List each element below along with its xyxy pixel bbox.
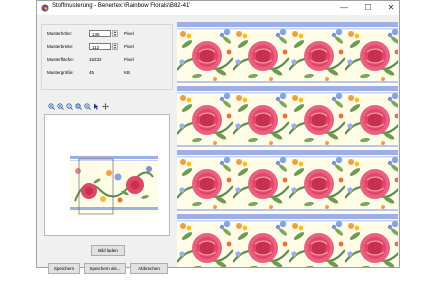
zoom-in-icon[interactable] xyxy=(48,103,55,110)
pattern-size-unit: KB xyxy=(124,70,131,75)
pattern-width-input[interactable]: 112 xyxy=(89,43,111,50)
pointer-icon[interactable] xyxy=(93,103,100,110)
zoom-in-alt-icon[interactable] xyxy=(57,103,64,110)
pattern-width-unit: Pixel xyxy=(124,44,134,49)
save-as-button[interactable]: Speichern als... xyxy=(84,263,126,274)
zoom-out-icon[interactable] xyxy=(66,103,73,110)
zoom-fit-icon[interactable] xyxy=(75,103,82,110)
zoom-reset-icon[interactable] xyxy=(84,103,91,110)
pattern-size-label: Mustergröße: xyxy=(47,70,74,75)
tiled-pattern-view xyxy=(177,22,398,267)
load-image-button[interactable]: Bild laden xyxy=(91,245,125,256)
save-button[interactable]: Speichern xyxy=(48,263,80,274)
fabric-pattern-window: Stoffmusterung - Benertex:\Rainbow Flora… xyxy=(36,0,400,274)
pattern-width-spinner[interactable]: ▲ ▼ xyxy=(112,43,118,50)
maximize-button[interactable]: ☐ xyxy=(361,3,375,13)
pattern-area-label: Musterfläche: xyxy=(47,57,75,62)
pattern-height-input[interactable]: 136 xyxy=(89,30,111,37)
move-icon[interactable] xyxy=(102,103,109,110)
tiled-fabric-image xyxy=(177,22,398,267)
title-bar: Stoffmusterung - Benertex:\Rainbow Flora… xyxy=(37,1,399,15)
pattern-properties-group: Musterhöhe: 136 ▲ ▼ Pixel Musterbreite: 1… xyxy=(41,24,173,90)
minimize-button[interactable]: — xyxy=(337,3,351,13)
pattern-height-unit: Pixel xyxy=(124,31,134,36)
cancel-button[interactable]: Abbrechen xyxy=(130,263,168,274)
left-panel: Musterhöhe: 136 ▲ ▼ Pixel Musterbreite: 1… xyxy=(37,15,173,274)
pattern-preview-image xyxy=(70,155,158,215)
pattern-height-spinner[interactable]: ▲ ▼ xyxy=(112,30,118,37)
pattern-size-value: 45 xyxy=(89,70,95,75)
window-title: Stoffmusterung - Benertex:\Rainbow Flora… xyxy=(52,3,191,9)
close-button[interactable]: ✕ xyxy=(384,3,398,13)
pattern-preview xyxy=(44,114,170,236)
pattern-width-label: Musterbreite: xyxy=(47,44,74,49)
pattern-height-label: Musterhöhe: xyxy=(47,31,73,36)
app-icon xyxy=(41,4,49,12)
pattern-area-unit: Pixel xyxy=(124,57,134,62)
pattern-area-value: 15232 xyxy=(89,57,102,62)
